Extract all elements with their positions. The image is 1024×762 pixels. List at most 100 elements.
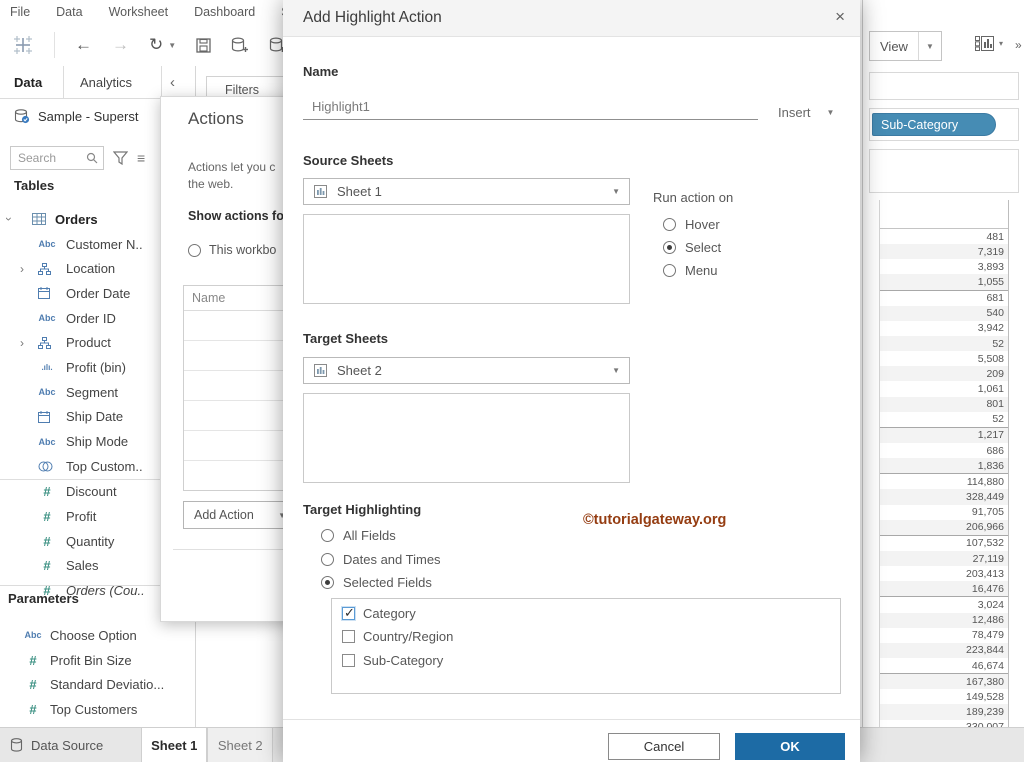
new-datasource-icon[interactable] xyxy=(231,37,249,53)
dialog-footer-divider xyxy=(283,719,860,720)
tab-sheet-2[interactable]: Sheet 2 xyxy=(207,728,274,762)
save-icon[interactable] xyxy=(196,37,211,53)
table-value: 206,966 xyxy=(880,519,1008,536)
search-input[interactable]: Search xyxy=(10,145,104,170)
abc-icon: Abc xyxy=(38,387,56,398)
rows-shelf[interactable]: Sub-Category xyxy=(869,108,1019,141)
hierarchy-icon xyxy=(38,336,56,349)
ok-button[interactable]: OK xyxy=(735,733,845,760)
target-sheets-listbox[interactable] xyxy=(303,393,630,483)
close-icon[interactable]: × xyxy=(835,7,845,27)
radio-selected-icon xyxy=(663,241,676,254)
parameter-standard-deviation[interactable]: # Standard Deviatio... xyxy=(0,672,195,697)
table-value: 52 xyxy=(880,411,1008,428)
table-value: 481 xyxy=(880,229,1008,245)
parameters-list: Abc Choose Option # Profit Bin Size # St… xyxy=(0,623,195,722)
pane-tabs: Data Analytics ‹ xyxy=(0,66,195,99)
caret-down-icon: ▼ xyxy=(826,108,835,117)
show-me-button[interactable]: ▾ xyxy=(975,36,1003,51)
menu-worksheet[interactable]: Worksheet xyxy=(109,5,169,19)
highlight-option-label: All Fields xyxy=(343,528,396,543)
search-placeholder: Search xyxy=(18,150,57,165)
target-sheet-value: Sheet 2 xyxy=(337,363,382,378)
selected-fields-box: Category Country/Region Sub-Category xyxy=(331,598,841,694)
field-label: Discount xyxy=(66,484,117,500)
replay-caret-icon: ▼ xyxy=(168,40,177,50)
table-value: 3,024 xyxy=(880,597,1008,613)
toolbar-divider xyxy=(54,32,55,58)
parameter-top-customers[interactable]: # Top Customers xyxy=(0,697,195,722)
sub-category-pill[interactable]: Sub-Category xyxy=(872,113,996,136)
columns-shelf[interactable] xyxy=(869,72,1019,100)
run-option-menu[interactable]: Menu xyxy=(663,263,718,278)
table-value: 149,528 xyxy=(880,689,1008,705)
radio-icon xyxy=(188,243,201,257)
parameter-label: Standard Deviatio... xyxy=(50,677,165,693)
chevron-down-icon[interactable]: › xyxy=(2,217,16,221)
tableau-window: File Data Worksheet Dashboard Sto ← → xyxy=(0,0,1024,762)
target-highlighting-label: Target Highlighting xyxy=(303,502,422,517)
filter-fields-icon[interactable] xyxy=(113,150,128,165)
actions-title: Actions xyxy=(188,109,244,128)
source-sheet-dropdown[interactable]: Sheet 1 ▼ xyxy=(303,178,630,205)
collapse-pane-icon[interactable]: ‹ xyxy=(170,74,175,91)
replay-icon: ↻ xyxy=(149,35,164,54)
back-icon[interactable]: ← xyxy=(75,35,92,55)
tab-data[interactable]: Data xyxy=(0,66,64,98)
checkbox-category[interactable]: Category xyxy=(342,605,416,621)
field-label: Orders xyxy=(55,211,98,227)
number-icon: # xyxy=(43,509,51,525)
parameter-choose-option[interactable]: Abc Choose Option xyxy=(0,623,195,648)
table-value: 91,705 xyxy=(880,504,1008,520)
view-label: View xyxy=(880,38,908,54)
source-sheets-listbox[interactable] xyxy=(303,214,630,304)
insert-dropdown[interactable]: Insert ▼ xyxy=(778,105,834,120)
calendar-icon xyxy=(38,410,56,423)
tableau-logo-icon[interactable] xyxy=(12,34,34,56)
parameter-profit-bin-size[interactable]: # Profit Bin Size xyxy=(0,648,195,673)
checkbox-label: Country/Region xyxy=(363,629,454,644)
highlight-option-dates-times[interactable]: Dates and Times xyxy=(321,552,441,567)
forward-icon[interactable]: → xyxy=(112,35,129,55)
parameter-label: Top Customers xyxy=(50,701,138,717)
chevron-right-icon[interactable]: › xyxy=(20,262,24,276)
insert-label: Insert xyxy=(778,105,811,120)
caret-down-icon: ▾ xyxy=(999,39,1004,48)
field-label: Top Custom.. xyxy=(66,458,143,474)
run-option-hover[interactable]: Hover xyxy=(663,217,720,232)
highlight-option-all-fields[interactable]: All Fields xyxy=(321,528,396,543)
table-value: 209 xyxy=(880,366,1008,382)
cancel-button[interactable]: Cancel xyxy=(608,733,720,760)
toolbar-overflow-icon[interactable]: » xyxy=(1015,38,1022,52)
table-value: 203,413 xyxy=(880,566,1008,582)
menu-dashboard[interactable]: Dashboard xyxy=(194,5,255,19)
data-source-tab[interactable]: Data Source xyxy=(0,728,127,762)
source-sheets-label: Source Sheets xyxy=(303,153,394,168)
tab-analytics[interactable]: Analytics xyxy=(64,66,162,98)
field-label: Segment xyxy=(66,384,119,400)
menu-file[interactable]: File xyxy=(10,5,30,19)
name-input[interactable]: Highlight1 xyxy=(303,94,758,120)
tab-sheet-1[interactable]: Sheet 1 xyxy=(141,728,208,762)
abc-icon: Abc xyxy=(24,630,42,641)
view-options-icon[interactable]: ≡ xyxy=(137,150,145,166)
checkbox-icon xyxy=(342,630,355,643)
actions-description-line2: the web. xyxy=(188,177,234,191)
menu-data[interactable]: Data xyxy=(56,5,82,19)
checkbox-sub-category[interactable]: Sub-Category xyxy=(342,653,443,668)
actions-description: Actions let you c the web. xyxy=(188,159,275,193)
number-icon: # xyxy=(29,701,37,717)
highlight-option-selected-fields[interactable]: Selected Fields xyxy=(321,575,432,590)
filters-shelf[interactable] xyxy=(869,149,1019,193)
add-action-button[interactable]: Add Action ▼ xyxy=(183,501,295,529)
this-workbook-radio[interactable]: This workbo xyxy=(188,243,276,257)
field-label: Order ID xyxy=(66,310,116,326)
checkbox-country-region[interactable]: Country/Region xyxy=(342,629,453,644)
parameter-label: Profit Bin Size xyxy=(50,652,132,668)
replay-button[interactable]: ↻ ▼ xyxy=(149,35,176,55)
table-value: 3,893 xyxy=(880,259,1008,275)
run-option-select[interactable]: Select xyxy=(663,240,721,255)
view-dropdown-button[interactable]: View ▼ xyxy=(869,31,942,61)
chevron-right-icon[interactable]: › xyxy=(20,336,24,350)
target-sheet-dropdown[interactable]: Sheet 2 ▼ xyxy=(303,357,630,384)
